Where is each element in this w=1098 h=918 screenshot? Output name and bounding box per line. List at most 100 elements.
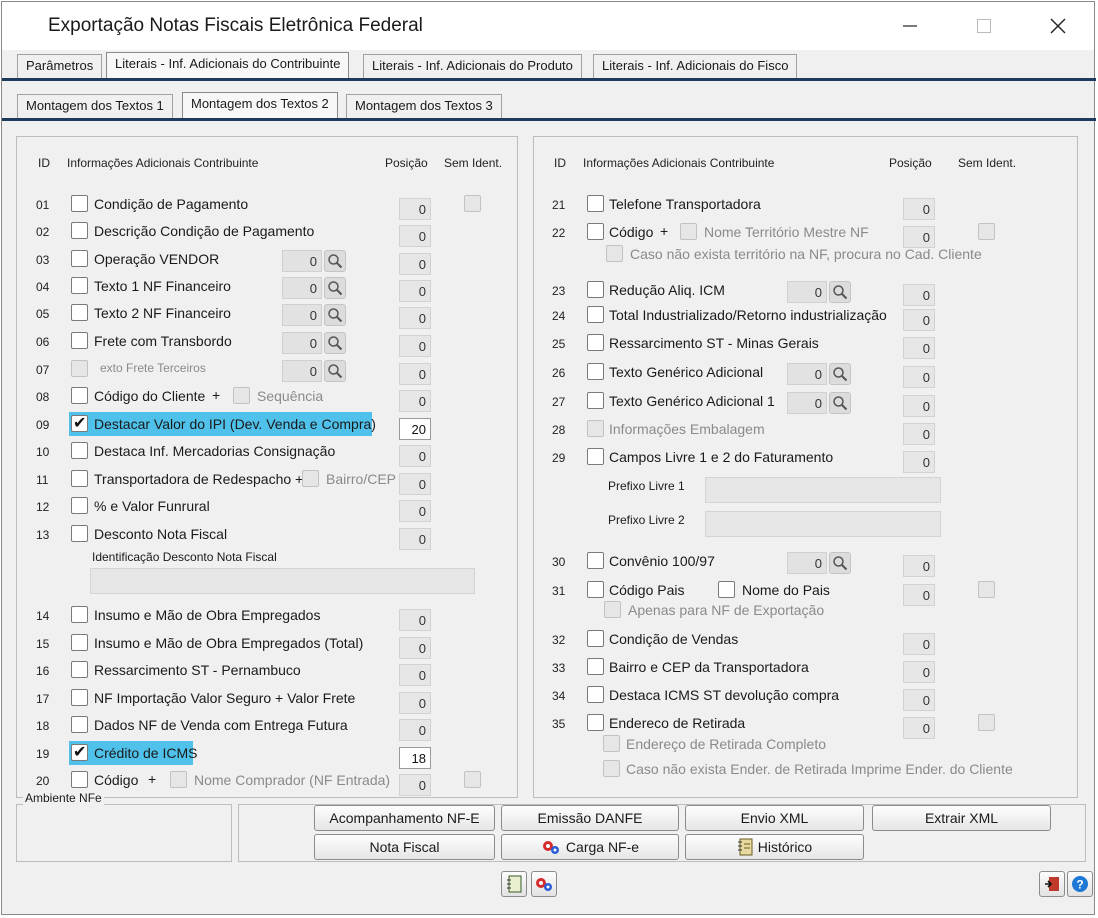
row-search-button[interactable] [324,304,346,326]
notepad-tool-button[interactable] [501,871,527,897]
row-position-field[interactable]: 0 [903,337,935,359]
row-position-field[interactable]: 0 [903,584,935,606]
row-checkbox[interactable] [71,222,88,239]
row-sub-checkbox[interactable] [233,387,250,404]
row-search-field[interactable]: 0 [787,552,827,574]
row-position-field[interactable]: 0 [399,280,431,302]
retirada-completo-checkbox[interactable] [603,735,620,752]
tab-literais-fisco[interactable]: Literais - Inf. Adicionais do Fisco [593,54,798,78]
row-position-field[interactable]: 0 [903,689,935,711]
row-position-field[interactable]: 0 [399,637,431,659]
tab-literais-produto[interactable]: Literais - Inf. Adicionais do Produto [363,54,582,78]
row-position-field[interactable]: 20 [399,418,431,440]
acompanhamento-nfe-button[interactable]: Acompanhamento NF-E [314,805,495,831]
row-checkbox[interactable] [587,686,604,703]
row-checkbox[interactable] [587,658,604,675]
row-checkbox[interactable] [71,413,88,433]
row-position-field[interactable]: 0 [399,198,431,220]
row-position-field[interactable]: 0 [399,307,431,329]
row-search-field[interactable]: 0 [787,392,827,414]
row-sub-checkbox[interactable] [302,470,319,487]
row-position-field[interactable]: 0 [399,253,431,275]
exportacao-checkbox[interactable] [604,601,621,618]
row-checkbox[interactable] [71,497,88,514]
minimize-button[interactable] [890,10,930,42]
tab-montagem-3[interactable]: Montagem dos Textos 3 [346,94,502,118]
row-position-field[interactable]: 0 [903,366,935,388]
row-search-field[interactable]: 0 [282,277,322,299]
row-position-field[interactable]: 0 [399,473,431,495]
row-position-field[interactable]: 0 [903,661,935,683]
row-position-field[interactable]: 18 [399,747,431,769]
row-checkbox[interactable] [71,332,88,349]
retirada-cliente-checkbox[interactable] [603,760,620,777]
tab-montagem-1[interactable]: Montagem dos Textos 1 [17,94,173,118]
row-position-field[interactable]: 0 [903,309,935,331]
row-checkbox[interactable] [587,223,604,240]
row-search-button[interactable] [829,552,851,574]
row-checkbox[interactable] [587,195,604,212]
row-checkbox[interactable] [587,334,604,351]
row-checkbox[interactable] [587,363,604,380]
tab-montagem-2[interactable]: Montagem dos Textos 2 [182,92,338,118]
row-position-field[interactable]: 0 [399,719,431,741]
row-sem-ident-checkbox[interactable] [978,223,995,240]
emissao-danfe-button[interactable]: Emissão DANFE [501,805,679,831]
envio-xml-button[interactable]: Envio XML [685,805,864,831]
row-position-field[interactable]: 0 [903,198,935,220]
extrair-xml-button[interactable]: Extrair XML [872,805,1051,831]
row-position-field[interactable]: 0 [399,500,431,522]
row-sem-ident-checkbox[interactable] [978,714,995,731]
row-checkbox[interactable] [587,448,604,465]
row-search-field[interactable]: 0 [787,363,827,385]
row-checkbox[interactable] [71,606,88,623]
row-position-field[interactable]: 0 [399,445,431,467]
row-position-field[interactable]: 0 [399,609,431,631]
row-checkbox[interactable] [587,392,604,409]
row-position-field[interactable]: 0 [399,390,431,412]
close-button[interactable] [1038,10,1078,42]
row-search-button[interactable] [829,363,851,385]
nota-fiscal-button[interactable]: Nota Fiscal [314,834,495,860]
row-search-field[interactable]: 0 [282,360,322,382]
carga-nfe-button[interactable]: Carga NF-e [501,834,679,860]
row-checkbox[interactable] [71,250,88,267]
row-checkbox[interactable] [587,281,604,298]
row-position-field[interactable]: 0 [903,717,935,739]
help-button[interactable]: ? [1067,871,1093,897]
row-checkbox[interactable] [71,470,88,487]
row-checkbox[interactable] [71,304,88,321]
row-position-field[interactable]: 0 [399,664,431,686]
row-position-field[interactable]: 0 [903,395,935,417]
maximize-button[interactable] [964,10,1004,42]
prefixo-livre-1-field[interactable] [705,477,941,503]
row-position-field[interactable]: 0 [399,363,431,385]
row-checkbox[interactable] [587,714,604,731]
row-position-field[interactable]: 0 [399,774,431,796]
row-sem-ident-checkbox[interactable] [464,771,481,788]
row-position-field[interactable]: 0 [903,226,935,248]
row-checkbox[interactable] [587,306,604,323]
row-checkbox[interactable] [71,195,88,212]
exit-button[interactable] [1039,871,1065,897]
row-search-field[interactable]: 0 [787,281,827,303]
row-position-field[interactable]: 0 [399,692,431,714]
row-sub-checkbox[interactable] [718,581,735,598]
row-position-field[interactable]: 0 [903,555,935,577]
row-checkbox[interactable] [71,771,88,788]
row-search-button[interactable] [829,392,851,414]
row-position-field[interactable]: 0 [399,335,431,357]
row-checkbox[interactable] [71,442,88,459]
tab-literais-contribuinte[interactable]: Literais - Inf. Adicionais do Contribuin… [106,52,350,78]
row-position-field[interactable]: 0 [903,423,935,445]
row-position-field[interactable]: 0 [903,284,935,306]
row-checkbox[interactable] [71,689,88,706]
row-position-field[interactable]: 0 [903,451,935,473]
row-position-field[interactable]: 0 [903,633,935,655]
row-checkbox[interactable] [587,581,604,598]
row-checkbox[interactable] [587,420,604,437]
row-sem-ident-checkbox[interactable] [464,195,481,212]
tab-parametros[interactable]: Parâmetros [17,54,103,78]
row-checkbox[interactable] [71,742,88,762]
territorio-checkbox[interactable] [606,245,623,262]
